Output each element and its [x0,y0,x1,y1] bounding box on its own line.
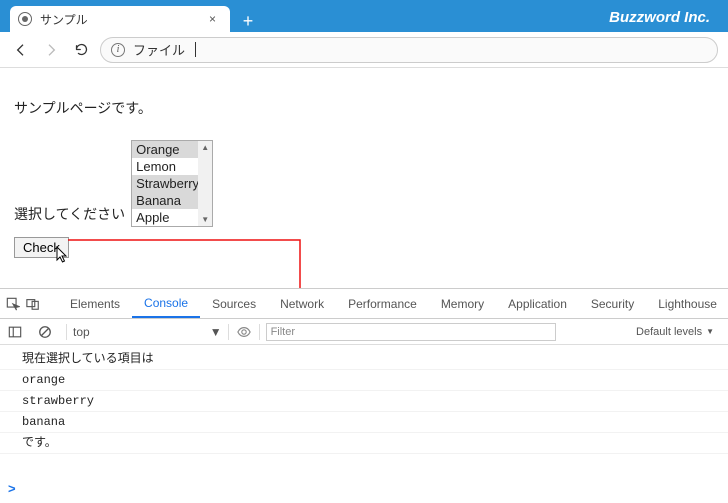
context-label: top [73,325,90,339]
divider [66,324,67,340]
console-line: です。 [0,433,728,454]
console-line: orange [0,370,728,391]
scrollbar[interactable]: ▲ ▼ [198,141,212,226]
devtools-tab-elements[interactable]: Elements [58,289,132,318]
reload-button[interactable] [70,39,92,61]
forward-button[interactable] [40,39,62,61]
context-selector[interactable]: top [73,325,94,339]
console-output: 現在選択している項目はorangestrawberrybananaです。 [0,345,728,477]
chevron-down-icon[interactable]: ▼ [210,325,222,339]
console-line: strawberry [0,391,728,412]
devtools-panel: ElementsConsoleSourcesNetworkPerformance… [0,288,728,500]
filter-placeholder: Filter [271,326,295,338]
scroll-down-icon[interactable]: ▼ [201,215,209,224]
devtools-tab-application[interactable]: Application [496,289,579,318]
browser-titlebar: サンプル × + Buzzword Inc. [0,0,728,32]
fruit-select[interactable]: ▲ ▼ OrangeLemonStrawberryBananaApple [131,140,213,227]
globe-icon [18,12,32,26]
devtools-tab-security[interactable]: Security [579,289,646,318]
console-toolbar: top ▼ Filter Default levels ▼ [0,319,728,345]
device-toggle-icon[interactable] [26,295,40,313]
text-caret [195,42,196,57]
select-label: 選択してください [14,204,125,227]
address-bar[interactable]: i ファイル [100,37,718,63]
console-line: banana [0,412,728,433]
close-icon[interactable]: × [205,12,220,26]
console-sidebar-icon[interactable] [6,323,24,341]
levels-label: Default levels [636,326,702,338]
info-icon: i [111,43,125,57]
log-levels-selector[interactable]: Default levels ▼ [636,326,714,338]
check-button[interactable]: Check [14,237,69,258]
address-text: ファイル [133,40,185,59]
devtools-tab-network[interactable]: Network [268,289,336,318]
form-row: 選択してください ▲ ▼ OrangeLemonStrawberryBanana… [14,140,714,227]
devtools-tab-sources[interactable]: Sources [200,289,268,318]
page-heading: サンプルページです。 [14,98,714,118]
devtools-tabs: ElementsConsoleSourcesNetworkPerformance… [0,289,728,319]
browser-tab[interactable]: サンプル × [10,6,230,32]
devtools-tab-lighthouse[interactable]: Lighthouse [646,289,728,318]
inspect-icon[interactable] [6,295,20,313]
devtools-tab-performance[interactable]: Performance [336,289,429,318]
tab-title: サンプル [40,11,197,28]
console-filter-input[interactable]: Filter [266,323,556,341]
brand-label: Buzzword Inc. [609,5,728,32]
new-tab-button[interactable]: + [236,10,260,32]
browser-toolbar: i ファイル [0,32,728,68]
devtools-tab-console[interactable]: Console [132,289,200,318]
divider [228,324,229,340]
chevron-down-icon: ▼ [706,327,714,336]
console-line: 現在選択している項目は [0,349,728,370]
scroll-up-icon[interactable]: ▲ [201,143,209,152]
console-prompt[interactable]: > [0,477,728,500]
divider [259,324,260,340]
devtools-tab-memory[interactable]: Memory [429,289,496,318]
clear-console-icon[interactable] [36,323,54,341]
page-content: サンプルページです。 選択してください ▲ ▼ OrangeLemonStraw… [0,68,728,288]
tab-strip: サンプル × + [0,6,260,32]
live-expression-icon[interactable] [235,323,253,341]
back-button[interactable] [10,39,32,61]
